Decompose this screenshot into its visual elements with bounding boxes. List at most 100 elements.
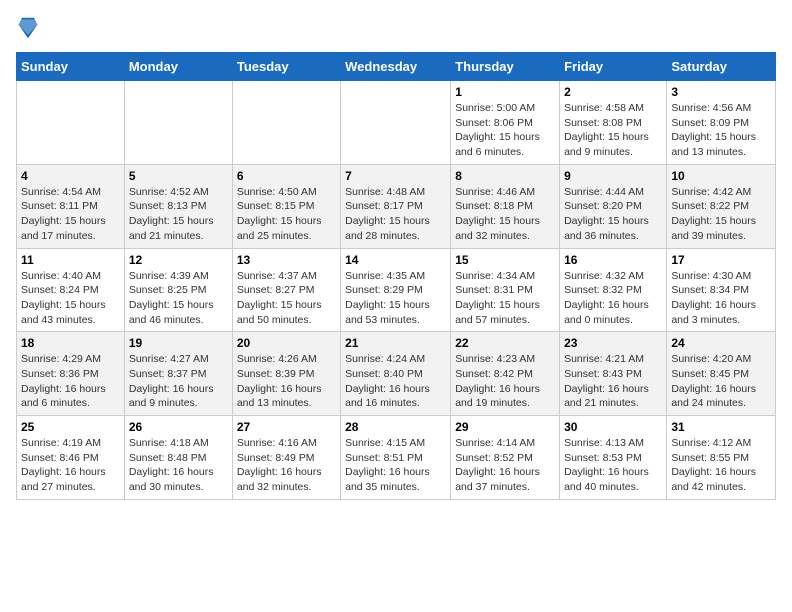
day-info: Sunrise: 4:54 AM Sunset: 8:11 PM Dayligh… [21,186,106,242]
day-info: Sunrise: 4:50 AM Sunset: 8:15 PM Dayligh… [237,186,322,242]
day-number: 22 [455,336,555,350]
day-number: 26 [129,420,228,434]
day-info: Sunrise: 4:29 AM Sunset: 8:36 PM Dayligh… [21,353,106,409]
day-number: 23 [564,336,662,350]
day-number: 1 [455,85,555,99]
day-number: 4 [21,169,120,183]
calendar-cell: 5 Sunrise: 4:52 AM Sunset: 8:13 PM Daylig… [124,164,232,248]
calendar-cell [124,81,232,165]
day-info: Sunrise: 4:12 AM Sunset: 8:55 PM Dayligh… [671,437,756,493]
calendar-cell: 27Sunrise: 4:16 AM Sunset: 8:49 PM Dayli… [232,416,340,500]
day-number: 13 [237,253,336,267]
day-number: 5 [129,169,228,183]
weekday-header-wednesday: Wednesday [341,53,451,81]
day-info: Sunrise: 4:24 AM Sunset: 8:40 PM Dayligh… [345,353,430,409]
day-number: 9 [564,169,662,183]
weekday-header-sunday: Sunday [17,53,125,81]
day-info: Sunrise: 4:30 AM Sunset: 8:34 PM Dayligh… [671,270,756,326]
day-number: 10 [671,169,771,183]
day-number: 20 [237,336,336,350]
calendar-cell: 9 Sunrise: 4:44 AM Sunset: 8:20 PM Daylig… [560,164,667,248]
calendar-cell: 6 Sunrise: 4:50 AM Sunset: 8:15 PM Daylig… [232,164,340,248]
day-number: 25 [21,420,120,434]
day-number: 18 [21,336,120,350]
calendar-cell: 28 Sunrise: 4:15 AM Sunset: 8:51 PM Dayli… [341,416,451,500]
day-info: Sunrise: 4:34 AM Sunset: 8:31 PM Dayligh… [455,270,540,326]
day-number: 24 [671,336,771,350]
day-number: 2 [564,85,662,99]
day-number: 31 [671,420,771,434]
calendar-week-row: 25Sunrise: 4:19 AM Sunset: 8:46 PM Dayli… [17,416,776,500]
day-info: Sunrise: 4:35 AM Sunset: 8:29 PM Dayligh… [345,270,430,326]
calendar-cell: 23 Sunrise: 4:21 AM Sunset: 8:43 PM Dayli… [560,332,667,416]
calendar-cell: 7 Sunrise: 4:48 AM Sunset: 8:17 PM Daylig… [341,164,451,248]
day-number: 21 [345,336,446,350]
calendar-body: 1 Sunrise: 5:00 AM Sunset: 8:06 PM Daylig… [17,81,776,500]
day-number: 6 [237,169,336,183]
calendar-cell: 3 Sunrise: 4:56 AM Sunset: 8:09 PM Daylig… [667,81,776,165]
day-info: Sunrise: 4:26 AM Sunset: 8:39 PM Dayligh… [237,353,322,409]
day-info: Sunrise: 4:16 AM Sunset: 8:49 PM Dayligh… [237,437,322,493]
calendar-cell: 29Sunrise: 4:14 AM Sunset: 8:52 PM Dayli… [451,416,560,500]
calendar-cell: 13 Sunrise: 4:37 AM Sunset: 8:27 PM Dayli… [232,248,340,332]
day-info: Sunrise: 5:00 AM Sunset: 8:06 PM Dayligh… [455,102,540,158]
calendar-cell: 10 Sunrise: 4:42 AM Sunset: 8:22 PM Dayli… [667,164,776,248]
calendar-week-row: 18 Sunrise: 4:29 AM Sunset: 8:36 PM Dayli… [17,332,776,416]
calendar-cell: 18 Sunrise: 4:29 AM Sunset: 8:36 PM Dayli… [17,332,125,416]
day-info: Sunrise: 4:46 AM Sunset: 8:18 PM Dayligh… [455,186,540,242]
day-info: Sunrise: 4:23 AM Sunset: 8:42 PM Dayligh… [455,353,540,409]
logo [16,16,38,40]
calendar-cell: 30Sunrise: 4:13 AM Sunset: 8:53 PM Dayli… [560,416,667,500]
day-number: 11 [21,253,120,267]
day-info: Sunrise: 4:27 AM Sunset: 8:37 PM Dayligh… [129,353,214,409]
calendar-week-row: 11Sunrise: 4:40 AM Sunset: 8:24 PM Dayli… [17,248,776,332]
day-number: 28 [345,420,446,434]
day-number: 14 [345,253,446,267]
day-info: Sunrise: 4:37 AM Sunset: 8:27 PM Dayligh… [237,270,322,326]
day-number: 19 [129,336,228,350]
calendar-cell: 4 Sunrise: 4:54 AM Sunset: 8:11 PM Daylig… [17,164,125,248]
weekday-header-monday: Monday [124,53,232,81]
weekday-header-friday: Friday [560,53,667,81]
day-number: 15 [455,253,555,267]
day-info: Sunrise: 4:42 AM Sunset: 8:22 PM Dayligh… [671,186,756,242]
calendar-cell: 2 Sunrise: 4:58 AM Sunset: 8:08 PM Daylig… [560,81,667,165]
day-number: 8 [455,169,555,183]
calendar-cell: 25Sunrise: 4:19 AM Sunset: 8:46 PM Dayli… [17,416,125,500]
calendar-cell [341,81,451,165]
day-info: Sunrise: 4:58 AM Sunset: 8:08 PM Dayligh… [564,102,649,158]
weekday-header-tuesday: Tuesday [232,53,340,81]
day-info: Sunrise: 4:21 AM Sunset: 8:43 PM Dayligh… [564,353,649,409]
day-info: Sunrise: 4:48 AM Sunset: 8:17 PM Dayligh… [345,186,430,242]
page-header [16,16,776,40]
day-number: 7 [345,169,446,183]
day-number: 30 [564,420,662,434]
calendar-cell: 26 Sunrise: 4:18 AM Sunset: 8:48 PM Dayli… [124,416,232,500]
logo-icon [18,16,38,40]
calendar-week-row: 1 Sunrise: 5:00 AM Sunset: 8:06 PM Daylig… [17,81,776,165]
day-info: Sunrise: 4:18 AM Sunset: 8:48 PM Dayligh… [129,437,214,493]
day-info: Sunrise: 4:56 AM Sunset: 8:09 PM Dayligh… [671,102,756,158]
calendar-cell: 16 Sunrise: 4:32 AM Sunset: 8:32 PM Dayli… [560,248,667,332]
calendar-week-row: 4 Sunrise: 4:54 AM Sunset: 8:11 PM Daylig… [17,164,776,248]
day-number: 17 [671,253,771,267]
day-info: Sunrise: 4:20 AM Sunset: 8:45 PM Dayligh… [671,353,756,409]
day-info: Sunrise: 4:52 AM Sunset: 8:13 PM Dayligh… [129,186,214,242]
calendar-cell: 20 Sunrise: 4:26 AM Sunset: 8:39 PM Dayli… [232,332,340,416]
day-info: Sunrise: 4:32 AM Sunset: 8:32 PM Dayligh… [564,270,649,326]
calendar-cell [17,81,125,165]
day-number: 3 [671,85,771,99]
calendar-cell: 12Sunrise: 4:39 AM Sunset: 8:25 PM Dayli… [124,248,232,332]
calendar-cell: 21 Sunrise: 4:24 AM Sunset: 8:40 PM Dayli… [341,332,451,416]
calendar-cell: 14 Sunrise: 4:35 AM Sunset: 8:29 PM Dayli… [341,248,451,332]
calendar-cell: 22 Sunrise: 4:23 AM Sunset: 8:42 PM Dayli… [451,332,560,416]
calendar-cell: 31 Sunrise: 4:12 AM Sunset: 8:55 PM Dayli… [667,416,776,500]
day-number: 16 [564,253,662,267]
calendar-header-row: SundayMondayTuesdayWednesdayThursdayFrid… [17,53,776,81]
calendar-cell: 24 Sunrise: 4:20 AM Sunset: 8:45 PM Dayli… [667,332,776,416]
day-info: Sunrise: 4:44 AM Sunset: 8:20 PM Dayligh… [564,186,649,242]
calendar-cell: 11Sunrise: 4:40 AM Sunset: 8:24 PM Dayli… [17,248,125,332]
calendar-table: SundayMondayTuesdayWednesdayThursdayFrid… [16,52,776,500]
day-info: Sunrise: 4:15 AM Sunset: 8:51 PM Dayligh… [345,437,430,493]
calendar-cell: 8 Sunrise: 4:46 AM Sunset: 8:18 PM Daylig… [451,164,560,248]
